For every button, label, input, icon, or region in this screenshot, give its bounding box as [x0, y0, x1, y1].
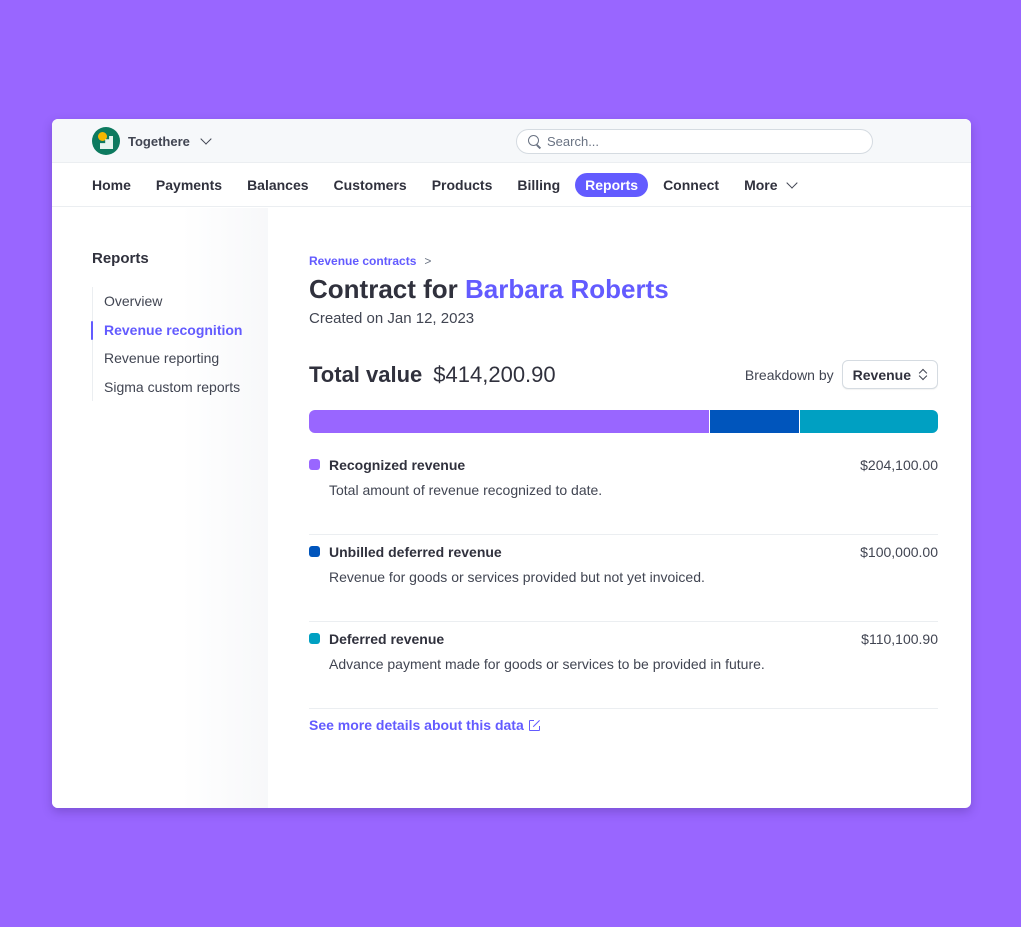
see-more-details-label: See more details about this data [309, 717, 524, 733]
nav-customers[interactable]: Customers [324, 173, 417, 197]
nav-label: Balances [247, 176, 309, 193]
legend-swatch-icon [309, 633, 320, 644]
breadcrumb: Revenue contracts > [309, 254, 431, 268]
item-name: Unbilled deferred revenue [329, 544, 502, 560]
nav-label: Reports [585, 176, 639, 193]
legend-swatch-icon [309, 546, 320, 557]
breakdown: Breakdown by Revenue [745, 360, 938, 389]
top-bar: Togethere [52, 119, 971, 163]
account-logo-icon [92, 127, 120, 155]
select-updown-icon [919, 369, 927, 381]
created-date: Created on Jan 12, 2023 [309, 310, 475, 327]
sidebar-item-revenue-recognition[interactable]: Revenue recognition [90, 316, 242, 345]
revenue-breakdown-bar [309, 410, 938, 433]
legend-swatch-icon [309, 459, 320, 470]
nav-label: Customers [333, 176, 407, 193]
revenue-item-deferred: Deferred revenue Advance payment made fo… [309, 622, 938, 709]
breadcrumb-link[interactable]: Revenue contracts [309, 254, 416, 268]
sidebar-title: Reports [92, 250, 149, 267]
nav-balances[interactable]: Balances [237, 173, 318, 197]
app-window: Togethere Home Payments Balances Custome… [52, 119, 971, 808]
item-description: Advance payment made for goods or servic… [329, 656, 765, 672]
total-row: Total value $414,200.90 Breakdown by Rev… [309, 360, 938, 389]
item-amount: $204,100.00 [860, 457, 938, 473]
item-amount: $100,000.00 [860, 544, 938, 560]
nav-label: Home [92, 176, 131, 193]
account-name: Togethere [128, 133, 190, 149]
nav-billing[interactable]: Billing [507, 173, 570, 197]
chevron-down-icon [785, 176, 798, 189]
search-box[interactable] [516, 129, 873, 154]
nav-payments[interactable]: Payments [146, 173, 232, 197]
sidebar-item-sigma-custom-reports[interactable]: Sigma custom reports [93, 373, 242, 402]
item-description: Revenue for goods or services provided b… [329, 569, 705, 585]
breakdown-select[interactable]: Revenue [841, 360, 938, 389]
revenue-item-unbilled-deferred: Unbilled deferred revenue Revenue for go… [309, 535, 938, 622]
sidebar-list: Overview Revenue recognition Revenue rep… [90, 287, 242, 402]
bar-segment-unbilled [709, 410, 800, 433]
item-name: Deferred revenue [329, 631, 445, 647]
external-link-icon [528, 717, 542, 731]
search-input[interactable] [547, 134, 847, 149]
nav-home[interactable]: Home [92, 173, 141, 197]
sidebar-item-revenue-reporting[interactable]: Revenue reporting [93, 344, 242, 373]
revenue-items: Recognized revenue Total amount of reven… [309, 448, 938, 709]
nav-label: Connect [663, 176, 720, 193]
total-value: $414,200.90 [433, 361, 556, 387]
breakdown-label: Breakdown by [744, 366, 834, 383]
breakdown-select-value: Revenue [852, 366, 911, 383]
customer-name-link[interactable]: Barbara Roberts [465, 274, 669, 304]
see-more-details-link[interactable]: See more details about this data [309, 717, 542, 733]
item-description: Total amount of revenue recognized to da… [329, 482, 603, 498]
page-title: Contract for Barbara Roberts [309, 274, 669, 305]
main-nav: Home Payments Balances Customers Product… [52, 163, 971, 207]
page-title-prefix: Contract for [309, 274, 458, 304]
sidebar: Reports Overview Revenue recognition Rev… [52, 208, 268, 808]
nav-label: Billing [517, 176, 561, 193]
revenue-item-recognized: Recognized revenue Total amount of reven… [309, 448, 938, 535]
nav-products[interactable]: Products [422, 173, 503, 197]
nav-label: Payments [155, 176, 223, 193]
total-label: Total value [309, 361, 423, 387]
nav-reports[interactable]: Reports [575, 172, 649, 197]
item-name: Recognized revenue [329, 457, 466, 473]
chevron-down-icon [200, 133, 212, 145]
bar-segment-deferred [799, 410, 938, 433]
nav-label: More [744, 176, 778, 193]
nav-connect[interactable]: Connect [653, 173, 729, 197]
nav-more[interactable]: More [734, 173, 805, 197]
breadcrumb-separator-icon: > [424, 254, 432, 268]
search-icon [528, 135, 541, 148]
sidebar-item-overview[interactable]: Overview [93, 287, 242, 316]
bar-segment-recognized [309, 410, 710, 433]
item-amount: $110,100.90 [861, 631, 938, 647]
account-switcher[interactable]: Togethere [92, 127, 212, 155]
nav-label: Products [431, 176, 493, 193]
